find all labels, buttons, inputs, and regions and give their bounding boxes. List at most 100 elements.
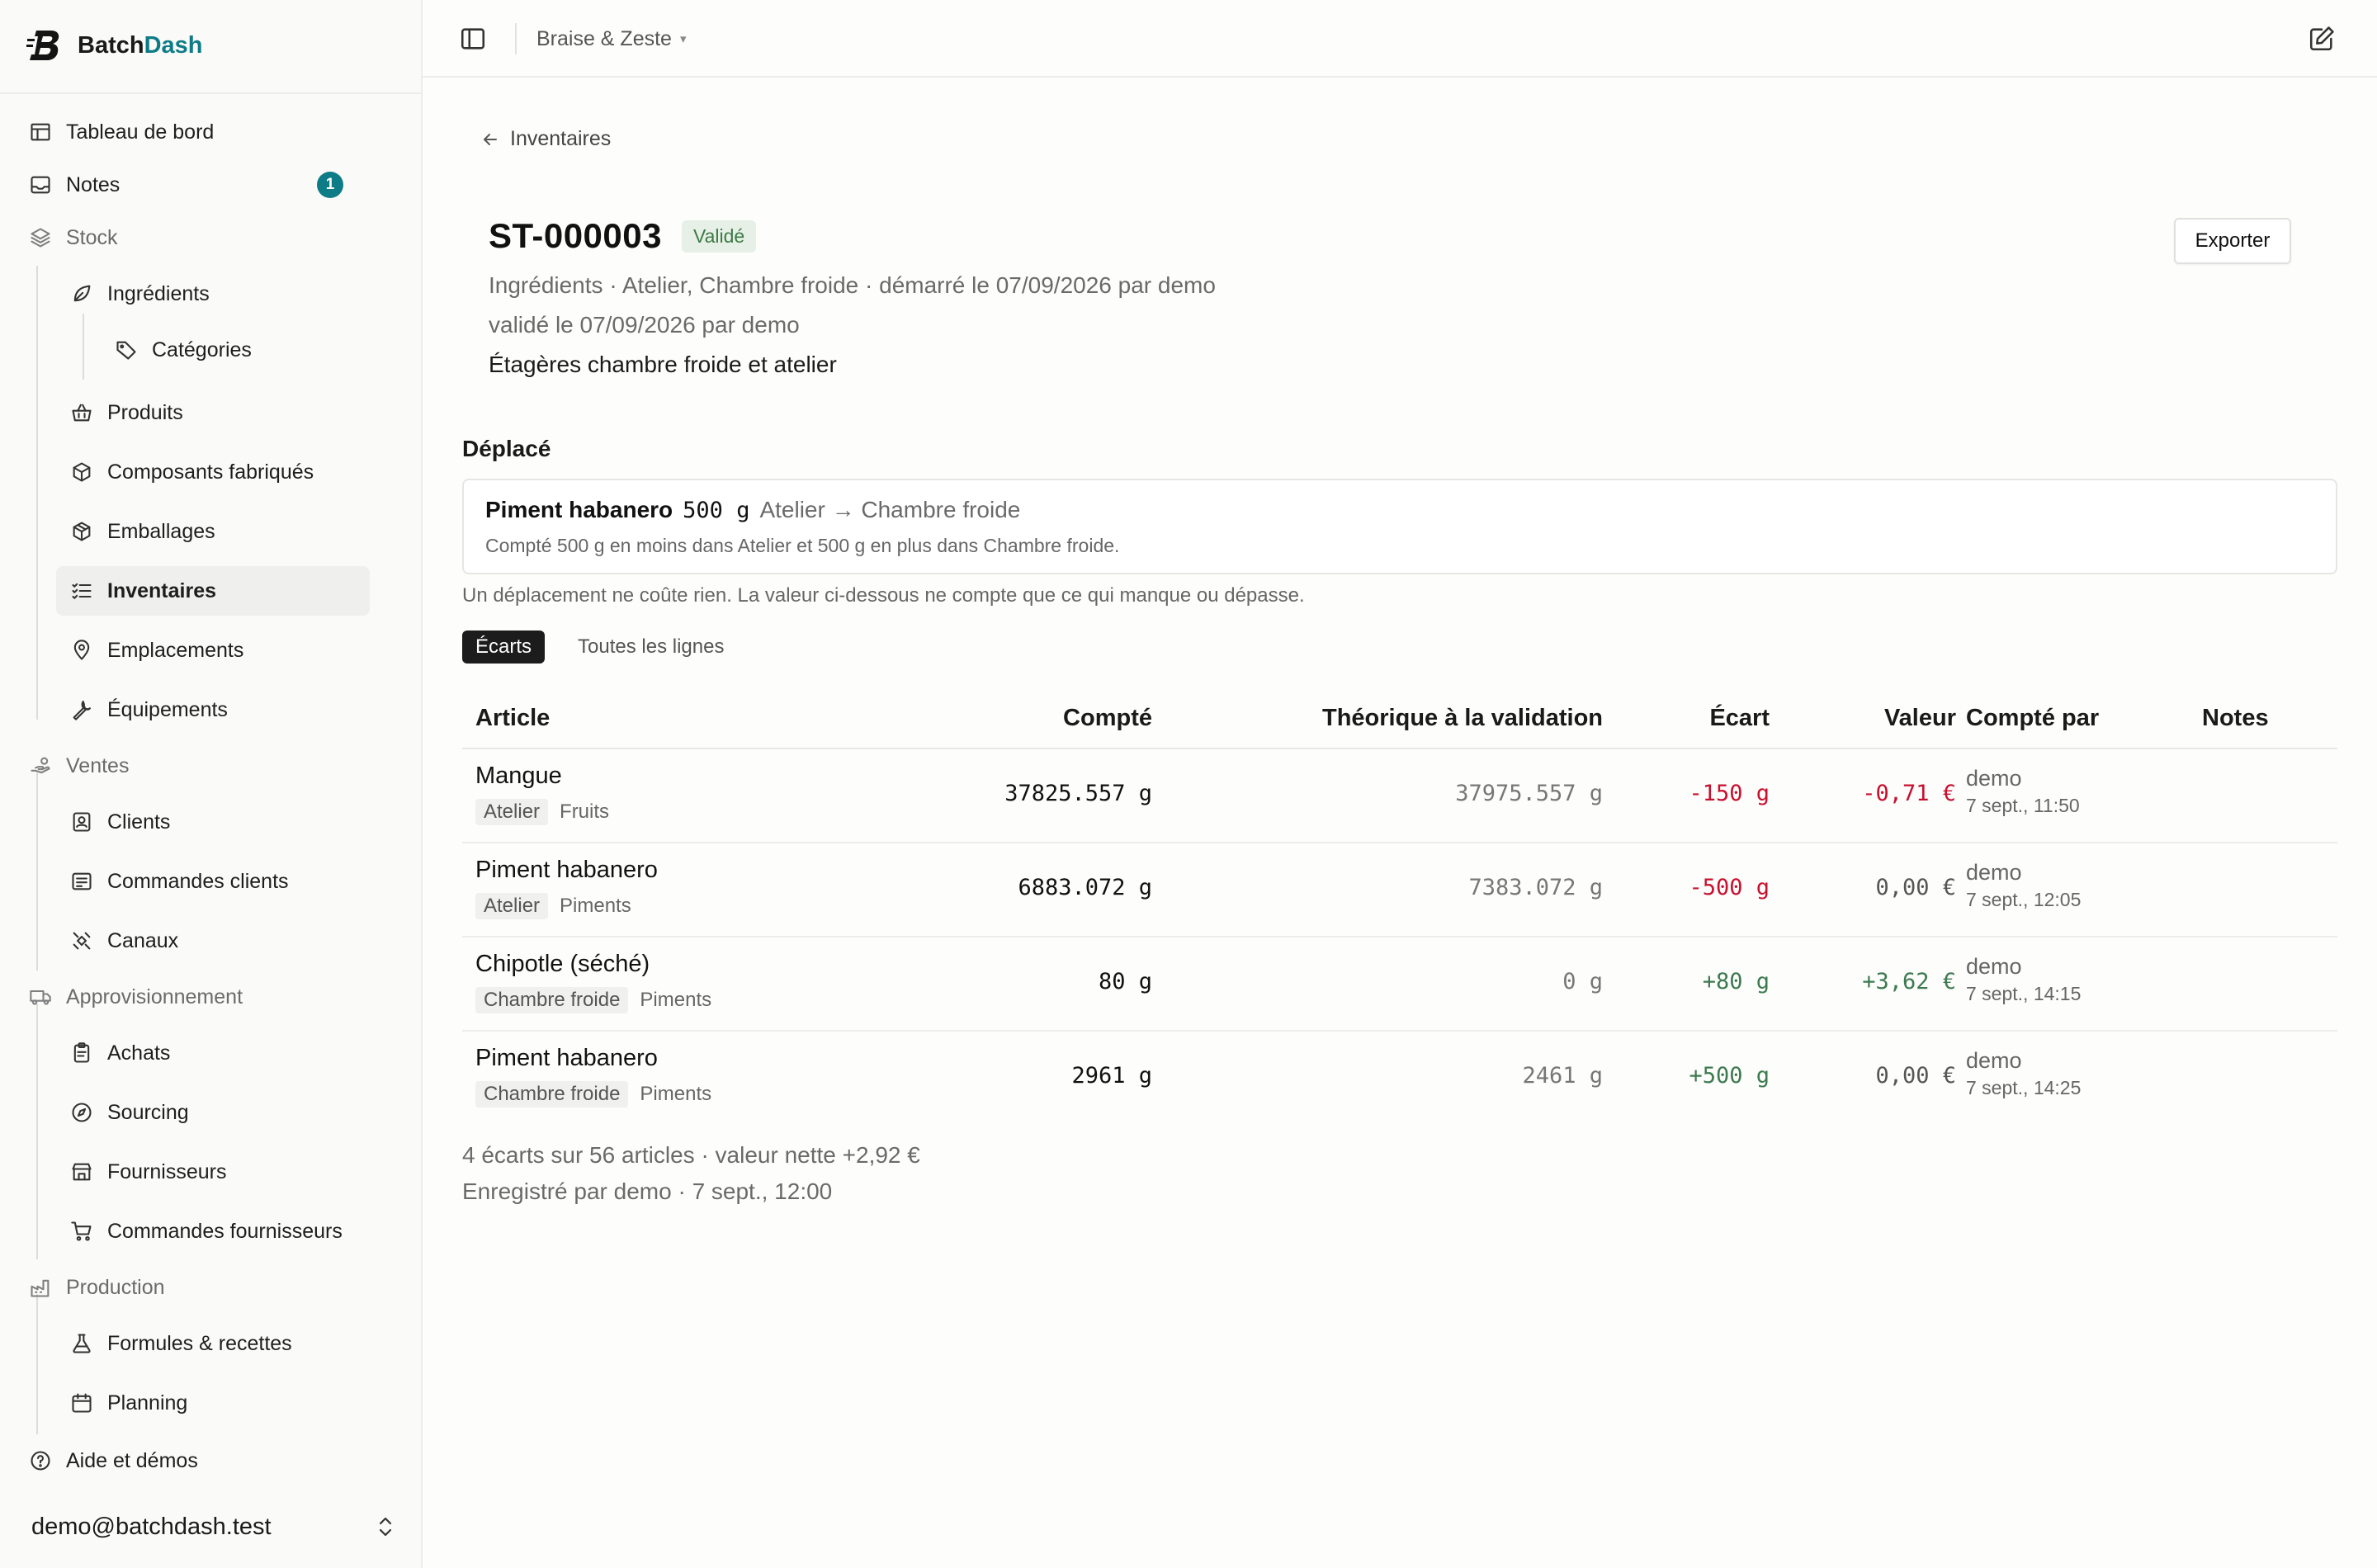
export-button[interactable]: Exporter — [2174, 218, 2291, 264]
sidebar-item-label: Achats — [107, 1041, 171, 1065]
sidebar-item-label: Formules & recettes — [107, 1331, 292, 1355]
back-link[interactable]: Inventaires — [480, 127, 611, 151]
sidebar-item-categories[interactable]: Catégories — [99, 325, 363, 375]
counted-by: demo 7 sept., 14:25 — [1966, 1048, 2081, 1099]
factory-icon — [28, 1275, 53, 1300]
theoretical-value: 7383.072 g — [1468, 875, 1603, 900]
sidebar-item-help[interactable]: Aide et démos — [28, 1436, 370, 1485]
sidebar-item-purchases[interactable]: Achats — [56, 1028, 370, 1078]
compass-icon — [69, 1100, 94, 1125]
count-time: 7 sept., 14:15 — [1966, 983, 2082, 1004]
counted-by: demo 7 sept., 14:15 — [1966, 954, 2081, 1005]
sidebar-item-channels[interactable]: Canaux — [56, 916, 370, 966]
table-row[interactable]: Piment habanero Atelier Piments 6883.072… — [462, 843, 2337, 937]
edit-icon[interactable] — [2308, 25, 2336, 53]
sidebar-item-label: Équipements — [107, 697, 228, 721]
moved-note: Un déplacement ne coûte rien. La valeur … — [462, 584, 1305, 607]
sidebar-item-supplier-orders[interactable]: Commandes fournisseurs — [56, 1207, 370, 1256]
discrepancy-value: +80 g — [1702, 969, 1770, 994]
sidebar-section-sales[interactable]: Ventes — [28, 741, 370, 791]
column-header-discrepancy[interactable]: Écart — [1709, 705, 1770, 732]
receipt-icon — [69, 869, 94, 894]
location-tag: Atelier — [475, 893, 549, 919]
sidebar-item-sourcing[interactable]: Sourcing — [56, 1088, 370, 1137]
sidebar-item-label: Composants fabriqués — [107, 460, 314, 484]
counted-by: demo 7 sept., 12:05 — [1966, 860, 2081, 911]
column-header-article[interactable]: Article — [475, 705, 550, 732]
user-menu[interactable]: demo@batchdash.test — [31, 1502, 395, 1551]
sidebar-item-manufactured-components[interactable]: Composants fabriqués — [56, 447, 370, 497]
brand[interactable]: BatchDash — [26, 25, 203, 66]
inventory-description: Étagères chambre froide et atelier — [489, 352, 837, 377]
theoretical-value: 37975.557 g — [1455, 781, 1603, 806]
table-row[interactable]: Chipotle (séché) Chambre froide Piments … — [462, 937, 2337, 1032]
table-header: Article Compté Théorique à la validation… — [462, 688, 2337, 749]
discrepancy-value: +500 g — [1689, 1063, 1770, 1089]
tab-discrepancies[interactable]: Écarts — [462, 631, 546, 664]
sidebar-item-recipes[interactable]: Formules & recettes — [56, 1319, 370, 1368]
summary-recorded-by: Enregistré par demo · 7 sept., 12:00 — [462, 1178, 833, 1204]
table-row[interactable]: Piment habanero Chambre froide Piments 2… — [462, 1032, 2337, 1126]
sidebar-section-production[interactable]: Production — [28, 1263, 370, 1312]
sidebar-section-label: Approvisionnement — [66, 985, 243, 1008]
column-header-counted[interactable]: Compté — [1063, 705, 1152, 732]
article-name: Piment habanero — [475, 1045, 658, 1071]
category-label: Fruits — [560, 801, 610, 823]
count-time: 7 sept., 14:25 — [1966, 1077, 2082, 1098]
sidebar-item-label: Fournisseurs — [107, 1159, 227, 1183]
value-amount: 0,00 € — [1875, 875, 1956, 900]
column-header-value[interactable]: Valeur — [1884, 705, 1956, 732]
tab-all-lines[interactable]: Toutes les lignes — [565, 631, 737, 664]
sidebar-item-notes[interactable]: Notes 1 — [28, 160, 370, 210]
value-amount: 0,00 € — [1875, 1063, 1956, 1089]
table-row[interactable]: Mangue Atelier Fruits 37825.557 g 37975.… — [462, 749, 2337, 843]
sidebar-item-label: Sourcing — [107, 1100, 189, 1124]
divider — [515, 23, 517, 54]
article-tags: Atelier Piments — [475, 893, 631, 919]
column-header-counted-by[interactable]: Compté par — [1966, 705, 2099, 732]
tag-icon — [114, 338, 139, 362]
counted-value: 6883.072 g — [1018, 875, 1152, 900]
discrepancy-value: -150 g — [1689, 781, 1770, 806]
location-tag: Chambre froide — [475, 1081, 629, 1108]
caret-down-icon: ▾ — [679, 32, 687, 46]
user-email: demo@batchdash.test — [31, 1513, 272, 1540]
article-tags: Chambre froide Piments — [475, 1081, 711, 1108]
sidebar-section-stock[interactable]: Stock — [28, 213, 370, 262]
main-content: Inventaires ST-000003 Validé Exporter In… — [423, 78, 2377, 1568]
top-bar: Braise & Zeste ▾ — [423, 0, 2377, 78]
sidebar-item-ingredients[interactable]: Ingrédients — [56, 269, 370, 319]
article-tags: Chambre froide Piments — [475, 987, 711, 1013]
sidebar-item-customer-orders[interactable]: Commandes clients — [56, 857, 370, 906]
counter-name: demo — [1966, 766, 2022, 791]
sidebar-item-inventories[interactable]: Inventaires — [56, 566, 370, 616]
sidebar-item-label: Emplacements — [107, 638, 244, 662]
sidebar-section-procurement[interactable]: Approvisionnement — [28, 972, 370, 1022]
workspace-switcher[interactable]: Braise & Zeste ▾ — [536, 23, 686, 54]
sidebar-item-locations[interactable]: Emplacements — [56, 626, 370, 675]
basket-icon — [69, 400, 94, 425]
count-time: 7 sept., 12:05 — [1966, 889, 2082, 910]
box-icon — [69, 460, 94, 484]
sidebar-item-suppliers[interactable]: Fournisseurs — [56, 1147, 370, 1197]
category-label: Piments — [640, 1083, 712, 1105]
contact-icon — [69, 810, 94, 834]
sidebar-item-clients[interactable]: Clients — [56, 797, 370, 847]
batchdash-logo-icon — [26, 31, 59, 60]
sidebar-item-products[interactable]: Produits — [56, 388, 370, 437]
column-header-theoretical[interactable]: Théorique à la validation — [1322, 705, 1603, 732]
column-header-notes[interactable]: Notes — [2202, 705, 2269, 732]
counted-value: 2961 g — [1071, 1063, 1152, 1089]
validation-meta: validé le 07/09/2026 par demo — [489, 312, 800, 338]
satellite-icon — [69, 928, 94, 953]
sidebar-toggle-icon[interactable] — [459, 25, 487, 53]
sidebar-item-dashboard[interactable]: Tableau de bord — [28, 107, 370, 157]
theoretical-value: 0 g — [1562, 969, 1603, 994]
summary-totals: 4 écarts sur 56 articles · valeur nette … — [462, 1142, 920, 1168]
workspace-name: Braise & Zeste — [536, 26, 672, 50]
sidebar-item-equipment[interactable]: Équipements — [56, 685, 370, 734]
sidebar-item-planning[interactable]: Planning — [56, 1378, 370, 1428]
category-label: Piments — [560, 895, 631, 917]
sidebar-item-packaging[interactable]: Emballages — [56, 507, 370, 556]
sidebar-item-label: Clients — [107, 810, 171, 834]
